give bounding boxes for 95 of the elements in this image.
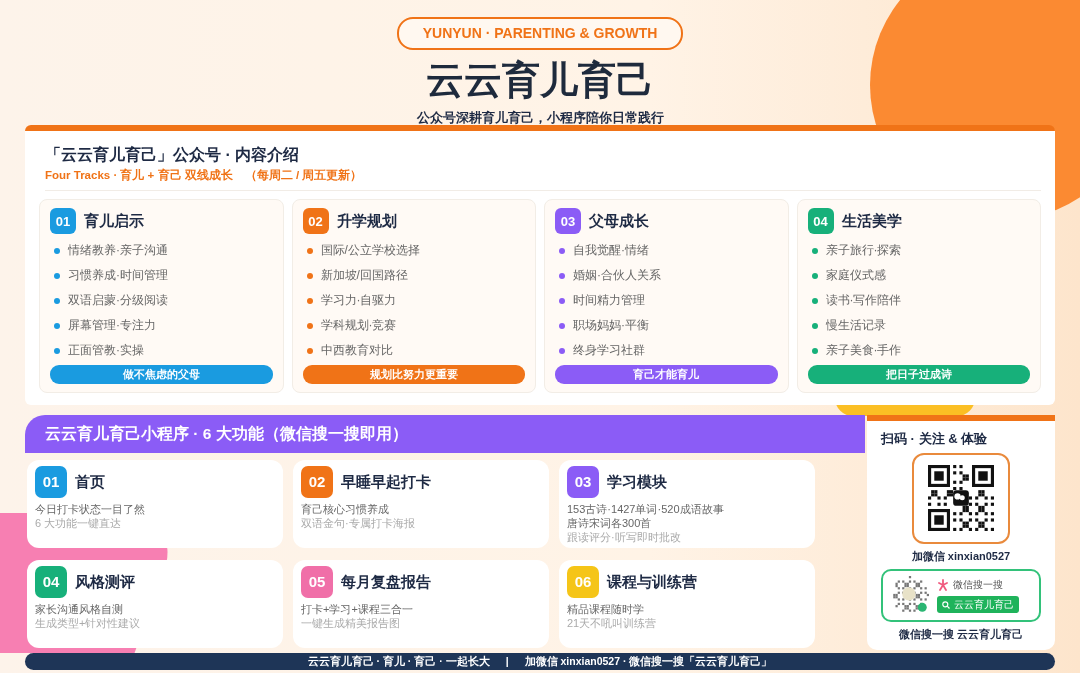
search-button[interactable]: 云云育儿育己 [937, 596, 1019, 614]
track-item: 新加坡/回国路径 [320, 267, 408, 285]
section-banner: 云云育儿育己小程序 · 6 大功能（微信搜一搜即用） [25, 415, 865, 453]
search-label: 微信搜一搜 [953, 578, 1003, 593]
feature-text: 153古诗·1427单词·520成语故事 [567, 502, 725, 516]
track-item: 读书·写作陪伴 [825, 292, 902, 310]
track-item: 中西教育对比 [320, 342, 393, 360]
track-item: 亲子旅行·探索 [825, 242, 902, 260]
bullet-dot [811, 297, 818, 304]
feature-title: 每月复盘报告 [341, 571, 431, 592]
feature-text: 育己核心习惯养成 [301, 502, 390, 516]
track-item: 双语启蒙·分级阅读 [68, 292, 168, 310]
track-item: 婚姻·合伙人关系 [573, 267, 661, 285]
bullet-dot [306, 247, 313, 254]
track-item: 家庭仪式感 [825, 267, 886, 285]
track-item: 职场妈妈·平衡 [573, 317, 649, 335]
feature-title: 首页 [75, 471, 105, 492]
feature-title: 课程与训练营 [607, 571, 697, 592]
number-badge: 04 [35, 566, 67, 598]
track-item: 终身学习社群 [573, 342, 645, 360]
feature-text: 21天不吼叫训练营 [567, 616, 658, 630]
tagline-pill: 做不焦虑的父母 [50, 365, 273, 385]
search-caption: 微信搜一搜 云云育儿育己 [898, 626, 1024, 642]
bullet-dot [559, 297, 565, 304]
bullet-dot [306, 322, 313, 329]
bullet-dot [54, 247, 60, 254]
bullet-dot [54, 347, 60, 354]
mini-program-code [891, 576, 929, 615]
number-badge: 06 [567, 566, 599, 598]
track-title: 育儿启示 [84, 211, 144, 231]
number-badge: 02 [302, 208, 329, 235]
track-title: 生活美学 [841, 211, 902, 231]
number-badge: 03 [567, 466, 599, 498]
number-badge: 02 [301, 466, 333, 498]
track-item: 慢生活记录 [825, 317, 886, 335]
bullet-dot [306, 347, 313, 354]
panel-title: 扫码 · 关注 & 体验 [881, 430, 988, 448]
feature-text: 精品课程随时学 [567, 602, 645, 616]
track-item: 自我觉醒·情绪 [573, 242, 649, 260]
footer-text: 云云育儿育己 · 育儿 · 育己 · 一起长大 [307, 653, 490, 669]
feature-text: 6 大功能一键直达 [35, 516, 123, 530]
number-badge: 01 [35, 466, 67, 498]
bullet-dot [306, 297, 313, 304]
track-item: 学习力·自驱力 [320, 292, 397, 310]
tagline-pill: 规划比努力更重要 [302, 365, 525, 385]
bullet-dot [54, 272, 60, 279]
feature-title: 早睡早起打卡 [341, 471, 431, 492]
search-icon [942, 600, 950, 609]
track-item: 习惯养成·时间管理 [68, 267, 168, 285]
bullet-dot [559, 272, 565, 279]
feature-text: 双语金句·专属打卡海报 [301, 516, 416, 530]
number-badge: 03 [555, 208, 581, 235]
feature-text: 生成类型+针对性建议 [35, 616, 142, 630]
bullet-dot [54, 297, 60, 304]
bullet-dot [559, 247, 565, 254]
bullet-dot [811, 247, 818, 254]
feature-title: 学习模块 [607, 471, 667, 492]
bullet-dot [559, 347, 565, 354]
track-item: 亲子美食·手作 [825, 342, 902, 360]
number-badge: 01 [50, 208, 76, 235]
bullet-dot [811, 272, 818, 279]
feature-text: 打卡+学习+课程三合一 [301, 602, 414, 616]
feature-text: 唐诗宋词各300首 [567, 516, 653, 530]
bullet-dot [811, 347, 818, 354]
track-item: 情绪教养·亲子沟通 [68, 242, 168, 260]
track-item: 正面管教·实操 [68, 342, 144, 360]
section-subheading: Four Tracks · 育儿 + 育己 双线成长 （每周二 / 周五更新） [45, 167, 1041, 192]
page-title: 云云育儿育己 [426, 58, 654, 102]
track-title: 升学规划 [336, 211, 397, 231]
track-item: 屏幕管理·专注力 [68, 317, 156, 335]
track-item: 时间精力管理 [573, 292, 645, 310]
bullet-dot [54, 322, 60, 329]
qr-code [928, 465, 994, 532]
wechat-caption: 加微信 xinxian0527 [911, 549, 1011, 565]
feature-title: 风格测评 [75, 571, 135, 592]
bullet-dot [306, 272, 313, 279]
number-badge: 05 [301, 566, 333, 598]
track-item: 学科规划·竞赛 [320, 317, 397, 335]
tagline-pill: 把日子过成诗 [807, 365, 1030, 385]
footer-text: 加微信 xinxian0527 · 微信搜一搜「云云育儿育己」 [524, 653, 773, 669]
tagline-pill: 育己才能育儿 [555, 365, 778, 385]
track-title: 父母成长 [589, 211, 649, 231]
bullet-dot [811, 322, 818, 329]
feature-text: 一键生成精美报告图 [301, 616, 401, 630]
feature-text: 今日打卡状态一目了然 [35, 502, 146, 516]
search-logo-icon [937, 578, 949, 591]
section-heading: 「云云育儿育己」公众号 · 内容介绍 [45, 145, 301, 165]
feature-text: 家长沟通风格自测 [35, 602, 124, 616]
number-badge: 04 [807, 208, 834, 235]
track-item: 国际/公立学校选择 [320, 242, 420, 260]
bullet-dot [559, 322, 565, 329]
footer-text: | [505, 653, 509, 669]
feature-text: 跟读评分·听写即时批改 [567, 530, 682, 544]
brand-badge: YUNYUN · PARENTING & GROWTH [396, 17, 684, 50]
subtitle: 公众号深耕育儿育己，小程序陪你日常践行 [416, 109, 664, 127]
